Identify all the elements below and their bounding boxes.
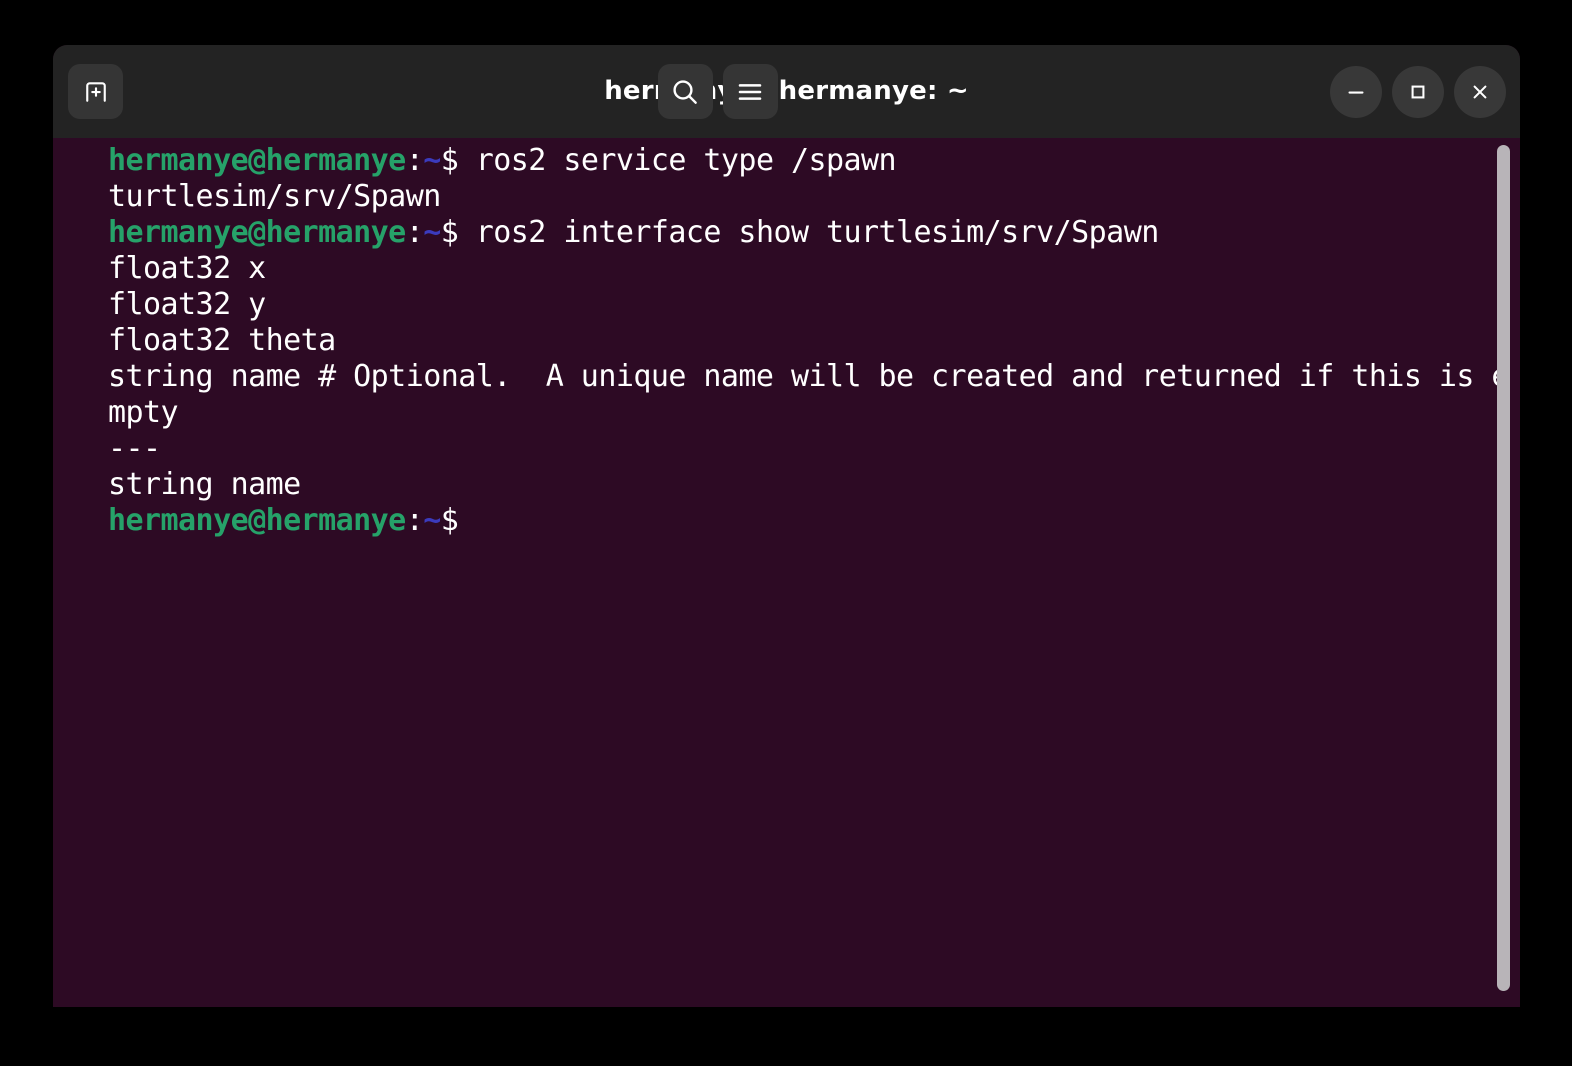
- terminal-prompt-line: hermanye@hermanye:~$: [108, 503, 1490, 539]
- screen: hermanye@hermanye: ~ hermanye@hermanye:~…: [0, 0, 1572, 1066]
- maximize-button[interactable]: [1392, 65, 1444, 118]
- close-icon: [1473, 85, 1487, 98]
- terminal-prompt-line: hermanye@hermanye:~$ ros2 service type /…: [108, 143, 1490, 179]
- window-header-bar: hermanye@hermanye: ~: [53, 45, 1520, 138]
- terminal-text: string name: [108, 467, 301, 502]
- prompt-sigil: $: [440, 215, 459, 250]
- terminal-output-line: ---: [108, 431, 1490, 467]
- terminal-scrollbar[interactable]: [1492, 138, 1514, 1007]
- window-controls: [1330, 65, 1506, 118]
- terminal-output-line: float32 x: [108, 251, 1490, 287]
- terminal-output: hermanye@hermanye:~$ ros2 service type /…: [108, 143, 1509, 539]
- close-button[interactable]: [1454, 65, 1506, 118]
- hamburger-menu-icon: [738, 83, 762, 100]
- new-tab-icon: [85, 81, 106, 102]
- terminal-output-line: mpty: [108, 395, 1490, 431]
- prompt-path: ~: [423, 215, 441, 250]
- terminal-text: string name # Optional. A unique name wi…: [108, 359, 1509, 394]
- prompt-user-host: hermanye@hermanye: [108, 503, 406, 538]
- prompt-sigil: $: [440, 503, 459, 538]
- terminal-output-line: string name # Optional. A unique name wi…: [108, 359, 1509, 395]
- header-action-controls: [657, 64, 778, 119]
- minimize-icon: [1348, 91, 1364, 94]
- prompt-colon: :: [405, 215, 424, 250]
- terminal-text: float32 y: [108, 287, 266, 322]
- terminal-text: ---: [108, 431, 161, 466]
- terminal-text: turtlesim/srv/Spawn: [108, 179, 441, 214]
- terminal-text: mpty: [108, 395, 179, 430]
- main-menu-button[interactable]: [722, 64, 778, 119]
- terminal-window: hermanye@hermanye: ~ hermanye@hermanye:~…: [53, 45, 1520, 1007]
- terminal-command: ros2 interface show turtlesim/srv/Spawn: [458, 215, 1160, 250]
- terminal-text: float32 theta: [108, 323, 336, 358]
- prompt-user-host: hermanye@hermanye: [108, 143, 406, 178]
- prompt-colon: :: [405, 503, 424, 538]
- prompt-user-host: hermanye@hermanye: [108, 215, 406, 250]
- terminal-output-line: float32 theta: [108, 323, 1490, 359]
- prompt-sigil: $: [440, 143, 459, 178]
- terminal-body[interactable]: hermanye@hermanye:~$ ros2 service type /…: [53, 138, 1520, 1007]
- prompt-path: ~: [423, 503, 441, 538]
- minimize-button[interactable]: [1330, 65, 1382, 118]
- terminal-text: float32 x: [108, 251, 266, 286]
- search-icon: [673, 79, 697, 104]
- search-button[interactable]: [657, 64, 713, 119]
- maximize-icon: [1411, 85, 1425, 98]
- terminal-prompt-line: hermanye@hermanye:~$ ros2 interface show…: [108, 215, 1490, 251]
- terminal-output-line: turtlesim/srv/Spawn: [108, 179, 1490, 215]
- scrollbar-thumb[interactable]: [1497, 145, 1510, 991]
- terminal-output-line: float32 y: [108, 287, 1490, 323]
- prompt-colon: :: [405, 143, 424, 178]
- new-tab-button[interactable]: [68, 64, 123, 119]
- header-left-controls: [68, 64, 123, 119]
- terminal-command: ros2 service type /spawn: [458, 143, 897, 178]
- prompt-path: ~: [423, 143, 441, 178]
- window-title: hermanye@hermanye: ~: [604, 76, 969, 106]
- terminal-output-line: string name: [108, 467, 1490, 503]
